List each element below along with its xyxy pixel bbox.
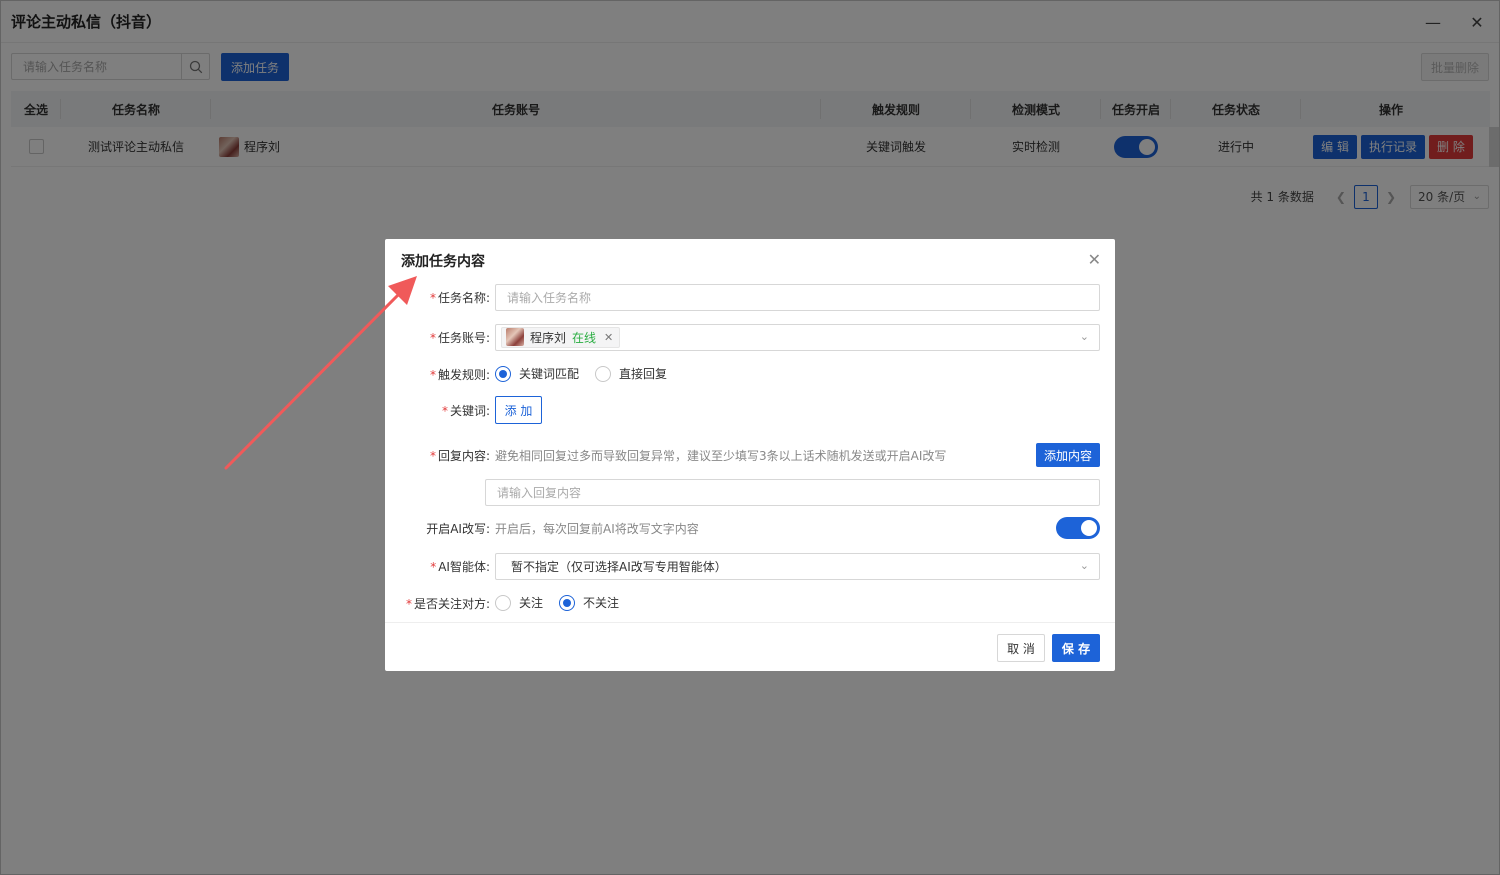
save-button[interactable]: 保 存 [1052, 634, 1100, 662]
account-online-status: 在线 [572, 330, 597, 345]
chevron-down-icon: ⌄ [1079, 558, 1089, 572]
avatar [506, 328, 524, 346]
task-name-placeholder: 请输入任务名称 [507, 290, 592, 305]
trigger-rule-radio-group: 关键词匹配 直接回复 [495, 365, 683, 382]
task-name-input[interactable]: 请输入任务名称 [495, 283, 1100, 311]
reply-content-row: * 回复内容: 避免相同回复过多而导致回复异常，建议至少填写3条以上话术随机发送或… [385, 443, 1115, 467]
ai-agent-select[interactable]: 暂不指定（仅可选择AI改写专用智能体） ⌄ [495, 552, 1100, 580]
ai-agent-row: * AI智能体: 暂不指定（仅可选择AI改写专用智能体） ⌄ [385, 552, 1115, 580]
dialog-title: 添加任务内容 [401, 254, 485, 270]
follow-row: * 是否关注对方: 关注 不关注 [385, 592, 1115, 614]
radio-direct-reply[interactable] [595, 365, 612, 382]
ai-agent-value: 暂不指定（仅可选择AI改写专用智能体） [511, 559, 727, 574]
reply-content-hint: 避免相同回复过多而导致回复异常，建议至少填写3条以上话术随机发送或开启AI改写 [495, 448, 947, 463]
task-account-select[interactable]: 程序刘 在线 ✕ ⌄ [495, 323, 1100, 351]
add-task-content-dialog: 添加任务内容 ✕ * 任务名称: 请输入任务名称 * 任务账号: 程序刘 在线 ✕ … [385, 239, 1115, 671]
ai-rewrite-hint: 开启后，每次回复前AI将改写文字内容 [495, 521, 699, 536]
close-icon[interactable]: ✕ [1088, 250, 1101, 269]
remove-tag-icon[interactable]: ✕ [604, 331, 613, 344]
reply-content-placeholder: 请输入回复内容 [497, 485, 582, 500]
ai-rewrite-label: 开启AI改写: [426, 521, 490, 536]
account-tag: 程序刘 在线 ✕ [501, 326, 621, 348]
follow-label: * 是否关注对方: [405, 596, 490, 611]
reply-input-row: 请输入回复内容 [385, 478, 1115, 506]
follow-radio-group: 关注 不关注 [495, 594, 635, 611]
task-account-row: * 任务账号: 程序刘 在线 ✕ ⌄ [385, 323, 1115, 351]
radio-direct-reply-label[interactable]: 直接回复 [619, 365, 667, 382]
radio-keyword-match-label[interactable]: 关键词匹配 [519, 365, 579, 382]
ai-agent-label: * AI智能体: [430, 559, 490, 574]
cancel-button[interactable]: 取 消 [997, 634, 1045, 662]
trigger-rule-label: * 触发规则: [429, 367, 490, 382]
dialog-footer: 取 消 保 存 [385, 622, 1115, 671]
keywords-row: * 关键词: 添 加 [385, 396, 1115, 424]
add-content-button[interactable]: 添加内容 [1036, 443, 1100, 467]
task-name-row: * 任务名称: 请输入任务名称 [385, 283, 1115, 311]
radio-keyword-match[interactable] [495, 365, 511, 382]
ai-rewrite-row: 开启AI改写: 开启后，每次回复前AI将改写文字内容 [385, 517, 1115, 539]
ai-rewrite-toggle[interactable] [1056, 517, 1100, 539]
reply-content-input[interactable]: 请输入回复内容 [485, 478, 1100, 506]
task-name-label: * 任务名称: [429, 290, 490, 305]
trigger-rule-row: * 触发规则: 关键词匹配 直接回复 [385, 363, 1115, 385]
radio-follow-label[interactable]: 关注 [519, 594, 543, 611]
radio-not-follow-label[interactable]: 不关注 [583, 594, 619, 611]
radio-follow[interactable] [495, 594, 511, 611]
chevron-down-icon: ⌄ [1079, 329, 1089, 343]
keywords-label: * 关键词: [441, 403, 490, 418]
account-tag-name: 程序刘 [530, 330, 567, 345]
radio-not-follow[interactable] [559, 594, 576, 611]
task-account-label: * 任务账号: [429, 330, 490, 345]
add-keyword-button[interactable]: 添 加 [495, 396, 542, 424]
toggle-knob [1081, 520, 1097, 536]
reply-content-label: * 回复内容: [429, 448, 490, 463]
